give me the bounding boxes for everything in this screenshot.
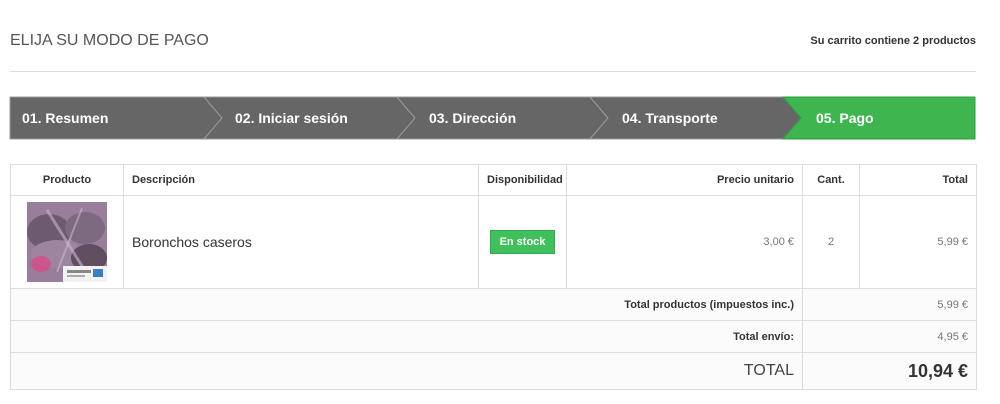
shipping-total-value: 4,95 € (802, 320, 977, 353)
step-address[interactable]: 03. Dirección (395, 96, 609, 140)
step-payment[interactable]: 05. Pago (781, 96, 976, 140)
step-label: 01. Resumen (22, 110, 109, 126)
step-summary[interactable]: 01. Resumen (9, 96, 223, 140)
header-qty: Cant. (802, 164, 860, 196)
grand-total-row: TOTAL 10,94 € (10, 352, 977, 390)
step-shipping[interactable]: 04. Transporte (588, 96, 802, 140)
grand-total-label: TOTAL (10, 352, 803, 390)
header-description: Descripción (123, 164, 479, 196)
step-payment-shape (781, 96, 976, 140)
checkout-steps: 01. Resumen 02. Iniciar sesión 03. Direc… (9, 96, 976, 140)
qty-cell: 2 (802, 195, 860, 289)
step-label: 02. Iniciar sesión (235, 110, 348, 126)
product-name-link[interactable]: Boronchos caseros (132, 234, 252, 250)
product-description-cell: Boronchos caseros (123, 195, 479, 289)
step-login[interactable]: 02. Iniciar sesión (202, 96, 416, 140)
grand-total-value: 10,94 € (802, 352, 977, 390)
step-label: 05. Pago (816, 110, 874, 126)
header-product: Producto (10, 164, 124, 196)
products-total-row: Total productos (impuestos inc.) 5,99 € (10, 288, 977, 321)
header-availability: Disponibilidad (478, 164, 567, 196)
header-unit-price: Precio unitario (566, 164, 803, 196)
availability-cell: En stock (478, 195, 567, 289)
step-label: 03. Dirección (429, 110, 517, 126)
products-total-value: 5,99 € (802, 288, 977, 321)
unit-price-cell: 3,00 € (566, 195, 803, 289)
table-header-row: Producto Descripción Disponibilidad Prec… (10, 164, 977, 196)
product-thumbnail[interactable] (27, 202, 107, 282)
products-total-label: Total productos (impuestos inc.) (10, 288, 803, 321)
title-divider (10, 71, 976, 72)
header-total: Total (859, 164, 977, 196)
product-image-cell (10, 195, 124, 289)
line-total-cell: 5,99 € (859, 195, 977, 289)
in-stock-badge: En stock (489, 230, 556, 254)
step-label: 04. Transporte (622, 110, 718, 126)
page-title: ELIJA SU MODO DE PAGO (10, 32, 209, 49)
cart-summary: Su carrito contiene 2 productos (810, 35, 976, 47)
cart-table: Producto Descripción Disponibilidad Prec… (10, 164, 977, 390)
shipping-total-label: Total envío: (10, 320, 803, 353)
table-row: Boronchos caseros En stock 3,00 € 2 5,99… (10, 195, 977, 289)
shipping-total-row: Total envío: 4,95 € (10, 320, 977, 353)
